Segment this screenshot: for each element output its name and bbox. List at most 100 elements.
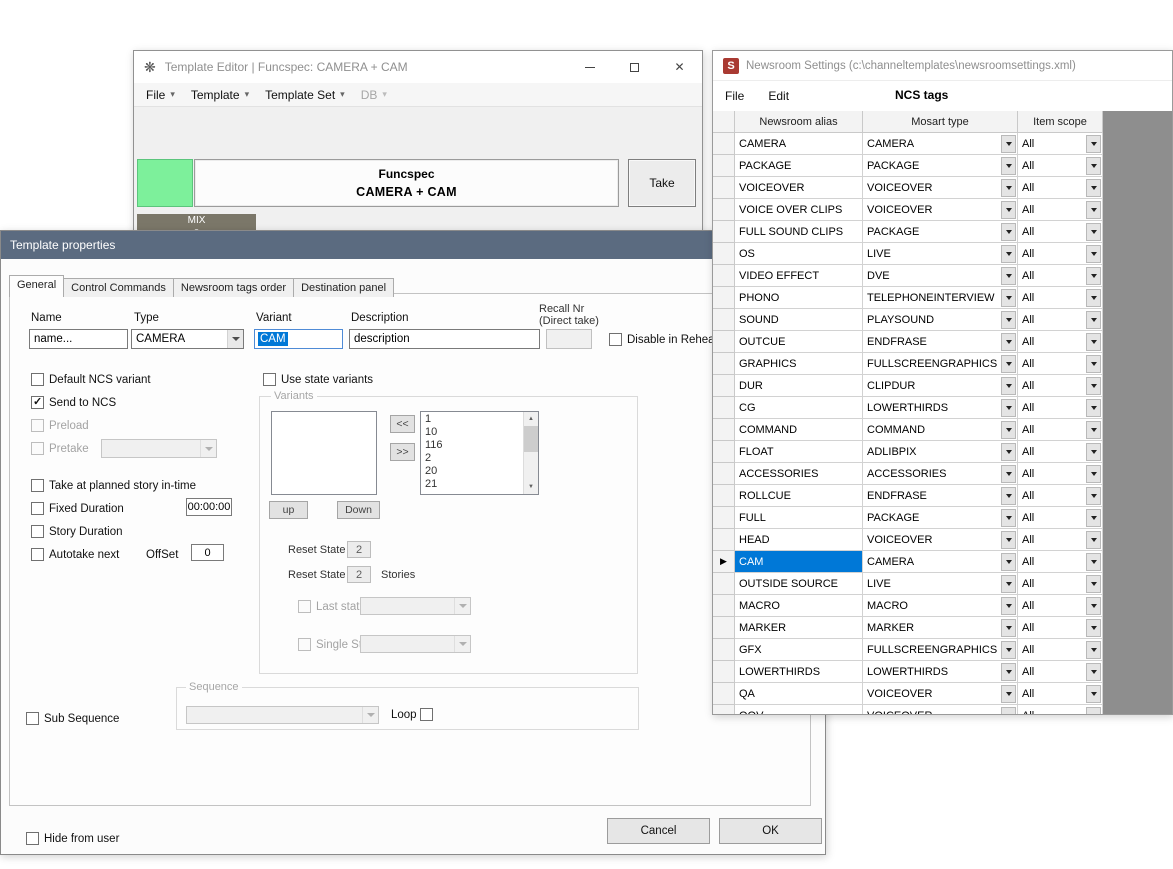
table-row[interactable]: CG LOWERTHIRDS All <box>713 397 1172 419</box>
item-scope-cell[interactable]: All <box>1018 397 1103 419</box>
table-row[interactable]: OUTSIDE SOURCE LIVE All <box>713 573 1172 595</box>
maximize-button[interactable] <box>612 51 657 83</box>
item-scope-cell[interactable]: All <box>1018 199 1103 221</box>
dropdown-arrow-icon[interactable] <box>1001 223 1016 241</box>
mosart-type-cell[interactable]: PLAYSOUND <box>863 309 1018 331</box>
dropdown-arrow-icon[interactable] <box>1086 487 1101 505</box>
dropdown-arrow-icon[interactable] <box>1086 465 1101 483</box>
alias-cell[interactable]: CAMERA <box>735 133 863 155</box>
dropdown-arrow-icon[interactable] <box>1086 509 1101 527</box>
row-selector[interactable] <box>713 683 735 705</box>
table-row[interactable]: CAMERA CAMERA All <box>713 133 1172 155</box>
mosart-type-cell[interactable]: VOICEOVER <box>863 199 1018 221</box>
chevron-down-icon[interactable] <box>227 330 243 348</box>
dropdown-arrow-icon[interactable] <box>1086 377 1101 395</box>
mosart-type-cell[interactable]: DVE <box>863 265 1018 287</box>
minimize-button[interactable] <box>567 51 612 83</box>
item-scope-cell[interactable]: All <box>1018 309 1103 331</box>
dropdown-arrow-icon[interactable] <box>1001 311 1016 329</box>
dropdown-arrow-icon[interactable] <box>1001 597 1016 615</box>
item-scope-cell[interactable]: All <box>1018 133 1103 155</box>
table-row[interactable]: OUTCUE ENDFRASE All <box>713 331 1172 353</box>
alias-cell[interactable]: FULL <box>735 507 863 529</box>
dropdown-arrow-icon[interactable] <box>1001 575 1016 593</box>
row-selector[interactable] <box>713 551 735 573</box>
dropdown-arrow-icon[interactable] <box>1086 553 1101 571</box>
dropdown-arrow-icon[interactable] <box>1001 531 1016 549</box>
dropdown-arrow-icon[interactable] <box>1001 135 1016 153</box>
variant-input[interactable]: CAM <box>254 329 343 349</box>
tab-newsroom-tags-order[interactable]: Newsroom tags order <box>173 278 294 297</box>
item-scope-cell[interactable]: All <box>1018 639 1103 661</box>
table-row[interactable]: QA VOICEOVER All <box>713 683 1172 705</box>
table-row[interactable]: FULL SOUND CLIPS PACKAGE All <box>713 221 1172 243</box>
dropdown-arrow-icon[interactable] <box>1001 421 1016 439</box>
alias-cell[interactable]: MARKER <box>735 617 863 639</box>
checkbox-send-to-ncs[interactable]: Send to NCS <box>31 396 116 409</box>
item-scope-cell[interactable]: All <box>1018 353 1103 375</box>
alias-cell[interactable]: CAM <box>735 551 863 573</box>
table-row[interactable]: MACRO MACRO All <box>713 595 1172 617</box>
dropdown-arrow-icon[interactable] <box>1086 707 1101 716</box>
item-scope-cell[interactable]: All <box>1018 705 1103 715</box>
template-editor-titlebar[interactable]: ❋ Template Editor | Funcspec: CAMERA + C… <box>134 51 702 83</box>
row-selector[interactable] <box>713 155 735 177</box>
mosart-type-cell[interactable]: MARKER <box>863 617 1018 639</box>
table-row[interactable]: VOICEOVER VOICEOVER All <box>713 177 1172 199</box>
type-combobox[interactable]: CAMERA <box>131 329 244 349</box>
table-row[interactable]: VOICE OVER CLIPS VOICEOVER All <box>713 199 1172 221</box>
table-row[interactable]: PHONO TELEPHONEINTERVIEW All <box>713 287 1172 309</box>
mosart-type-cell[interactable]: FULLSCREENGRAPHICS <box>863 639 1018 661</box>
row-selector[interactable] <box>713 221 735 243</box>
mosart-type-cell[interactable]: ADLIBPIX <box>863 441 1018 463</box>
row-selector[interactable] <box>713 287 735 309</box>
dropdown-arrow-icon[interactable] <box>1086 443 1101 461</box>
dropdown-arrow-icon[interactable] <box>1001 663 1016 681</box>
table-row[interactable]: CAM CAMERA All <box>713 551 1172 573</box>
scrollbar[interactable] <box>523 412 538 494</box>
alias-cell[interactable]: GFX <box>735 639 863 661</box>
alias-cell[interactable]: FLOAT <box>735 441 863 463</box>
mosart-type-cell[interactable]: LIVE <box>863 243 1018 265</box>
mosart-type-cell[interactable]: LOWERTHIRDS <box>863 397 1018 419</box>
row-selector[interactable] <box>713 463 735 485</box>
checkbox-loop[interactable] <box>420 708 433 721</box>
mosart-type-cell[interactable]: PACKAGE <box>863 155 1018 177</box>
dropdown-arrow-icon[interactable] <box>1001 157 1016 175</box>
dropdown-arrow-icon[interactable] <box>1086 311 1101 329</box>
alias-cell[interactable]: ACCESSORIES <box>735 463 863 485</box>
move-left-button[interactable]: << <box>390 415 415 433</box>
dropdown-arrow-icon[interactable] <box>1001 443 1016 461</box>
item-scope-cell[interactable]: All <box>1018 265 1103 287</box>
dropdown-arrow-icon[interactable] <box>1001 355 1016 373</box>
row-selector[interactable] <box>713 309 735 331</box>
alias-cell[interactable]: MACRO <box>735 595 863 617</box>
mosart-type-cell[interactable]: VOICEOVER <box>863 529 1018 551</box>
alias-cell[interactable]: ROLLCUE <box>735 485 863 507</box>
checkbox-fixed-duration[interactable]: Fixed Duration <box>31 502 124 515</box>
alias-cell[interactable]: DUR <box>735 375 863 397</box>
mosart-type-cell[interactable]: PACKAGE <box>863 221 1018 243</box>
dropdown-arrow-icon[interactable] <box>1001 399 1016 417</box>
checkbox-default-ncs-variant[interactable]: Default NCS variant <box>31 373 151 386</box>
dropdown-arrow-icon[interactable] <box>1001 289 1016 307</box>
table-row[interactable]: COMMAND COMMAND All <box>713 419 1172 441</box>
alias-cell[interactable]: LOWERTHIRDS <box>735 661 863 683</box>
table-row[interactable]: LOWERTHIRDS LOWERTHIRDS All <box>713 661 1172 683</box>
dropdown-arrow-icon[interactable] <box>1001 509 1016 527</box>
list-item[interactable]: 21 <box>421 478 523 491</box>
take-button[interactable]: Take <box>628 159 696 207</box>
menu-template-set[interactable]: Template Set <box>257 85 353 105</box>
item-scope-cell[interactable]: All <box>1018 441 1103 463</box>
alias-cell[interactable]: SOUND <box>735 309 863 331</box>
scroll-down-icon[interactable] <box>524 480 538 494</box>
dropdown-arrow-icon[interactable] <box>1086 201 1101 219</box>
table-row[interactable]: HEAD VOICEOVER All <box>713 529 1172 551</box>
scroll-up-icon[interactable] <box>524 412 538 426</box>
dropdown-arrow-icon[interactable] <box>1086 289 1101 307</box>
variants-selected-listbox[interactable]: 11011622021 <box>420 411 539 495</box>
alias-cell[interactable]: VOICEOVER <box>735 177 863 199</box>
dropdown-arrow-icon[interactable] <box>1001 179 1016 197</box>
column-header-newsroom-alias[interactable]: Newsroom alias <box>735 111 863 133</box>
row-selector[interactable] <box>713 595 735 617</box>
